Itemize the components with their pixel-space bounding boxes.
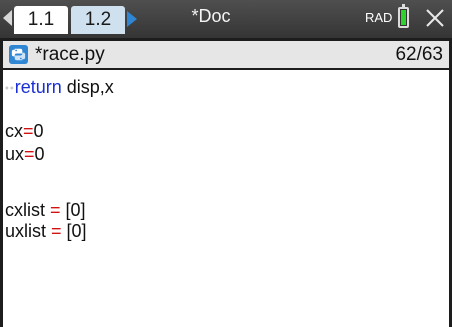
- variable-name: cxlist: [5, 200, 50, 220]
- variable-name: cx: [5, 121, 23, 141]
- code-line-return[interactable]: ••return disp,x: [5, 76, 114, 98]
- assign-operator: =: [51, 221, 62, 241]
- line-position: 62/63: [395, 44, 443, 65]
- assigned-value: 0: [34, 144, 45, 164]
- assigned-value: 0: [33, 121, 44, 141]
- assign-operator: =: [24, 144, 35, 164]
- right-triangle-icon[interactable]: [127, 11, 137, 27]
- angle-mode-indicator: RAD: [365, 10, 393, 25]
- assign-operator: =: [23, 121, 34, 141]
- assign-operator: =: [50, 200, 61, 220]
- tab-bar: 1.1 1.2 *Doc RAD: [0, 0, 452, 38]
- file-name: *race.py: [35, 44, 105, 65]
- document-title: *Doc: [191, 6, 231, 26]
- code-editor[interactable]: ••return disp,x cx=0 ux=0 cxlist = [0] u…: [0, 70, 452, 327]
- code-line-cx[interactable]: cx=0: [5, 120, 44, 142]
- close-icon[interactable]: [422, 5, 448, 31]
- assigned-value: [0]: [61, 221, 87, 241]
- variable-name: uxlist: [5, 221, 52, 241]
- battery-icon: [398, 4, 409, 28]
- indent-marker: ••: [5, 82, 15, 95]
- assigned-value: [0]: [60, 200, 86, 220]
- python-icon: [9, 45, 28, 64]
- keyword-return: return: [14, 77, 62, 97]
- tab-1-1[interactable]: 1.1: [14, 6, 68, 34]
- return-values: disp,x: [61, 77, 114, 97]
- code-line-uxlist[interactable]: uxlist = [0]: [5, 220, 87, 242]
- file-header: *race.py 62/63: [0, 38, 452, 70]
- variable-name: ux: [5, 144, 25, 164]
- calculator-screen: 1.1 1.2 *Doc RAD *race.py 62/63 ••return…: [0, 0, 452, 327]
- tab-1-2[interactable]: 1.2: [71, 6, 125, 34]
- battery-level: [401, 10, 406, 25]
- code-line-cxlist[interactable]: cxlist = [0]: [5, 199, 86, 221]
- left-triangle-icon[interactable]: [3, 10, 12, 26]
- code-line-ux[interactable]: ux=0: [5, 143, 45, 165]
